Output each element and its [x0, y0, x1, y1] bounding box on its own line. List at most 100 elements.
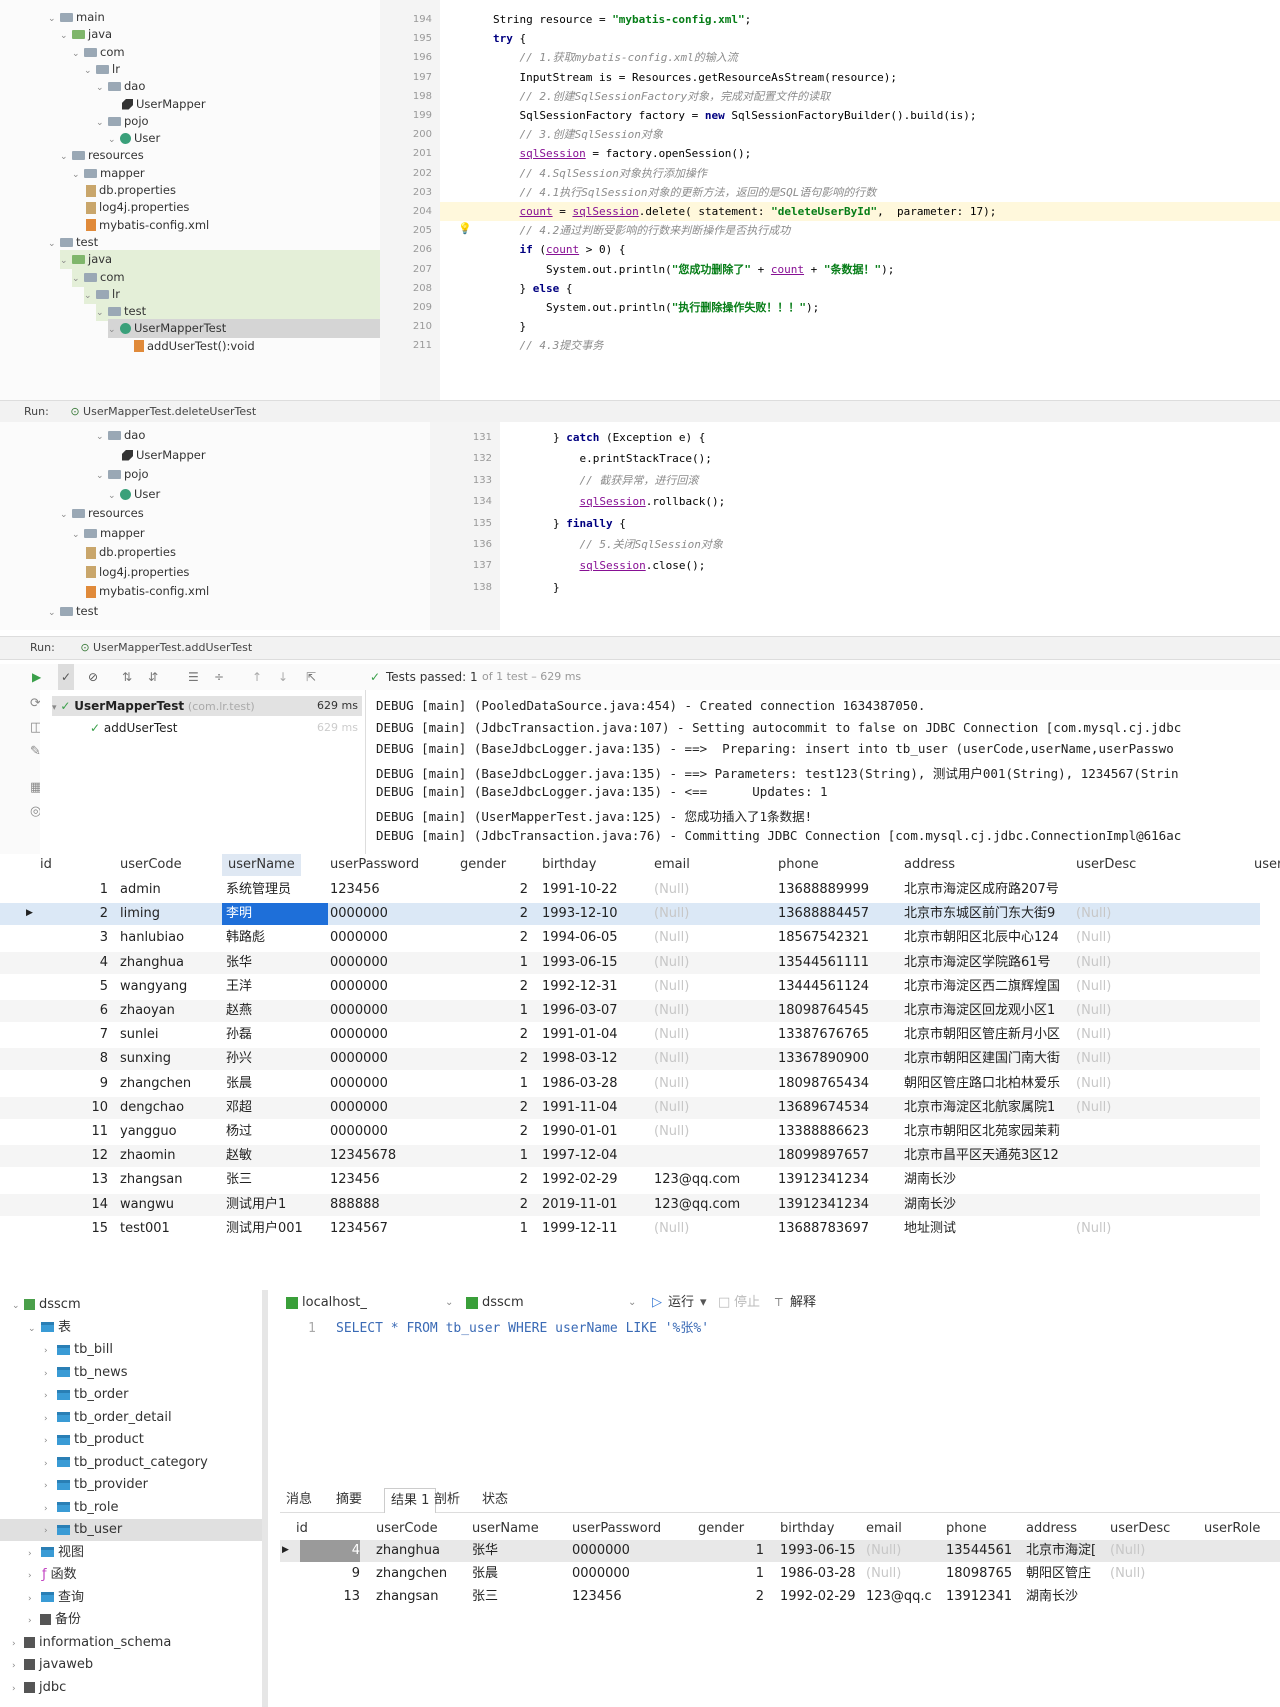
table-cell[interactable]: 13444561124 [778, 976, 898, 998]
result-column-header[interactable]: phone [946, 1518, 987, 1540]
table-cell[interactable]: 1997-12-04 [542, 1145, 648, 1167]
table-cell[interactable]: 孙磊 [226, 1024, 324, 1046]
result-tab[interactable]: 结果 1 [384, 1488, 437, 1513]
code-line[interactable]: e.printStackTrace(); [500, 449, 711, 468]
grid-column-header[interactable]: address [904, 854, 955, 876]
tree-item[interactable]: ⌄ com [72, 267, 380, 287]
tree-item[interactable]: ⌄ java [60, 25, 380, 44]
stop-square-icon[interactable]: □ [718, 1290, 730, 1316]
table-cell[interactable]: 1 [468, 1145, 528, 1167]
table-cell[interactable]: 13688884457 [778, 903, 898, 925]
table-cell[interactable] [654, 1145, 772, 1167]
tree-item[interactable]: ⌄ User [108, 485, 430, 504]
nav-item[interactable]: › tb_product [44, 1429, 262, 1451]
expand-arrow-icon[interactable]: › [12, 1678, 22, 1700]
code-line[interactable]: count = sqlSession.delete( statement: "d… [440, 202, 1280, 221]
result-cell[interactable]: (Null) [866, 1563, 940, 1585]
table-cell[interactable]: 18567542321 [778, 927, 898, 949]
code-line[interactable]: // 4.SqlSession对象执行添加操作 [440, 164, 706, 183]
nav-item[interactable]: ⌄ dsscm [12, 1294, 262, 1316]
table-cell[interactable] [1076, 1145, 1248, 1167]
tree-item[interactable]: db.properties [84, 543, 430, 562]
code-line[interactable]: try { [440, 29, 526, 48]
result-cell[interactable]: 湖南长沙 [1026, 1586, 1104, 1608]
tree-item[interactable]: ⌄ UserMapperTest [108, 319, 380, 339]
table-row[interactable]: 7 sunlei 孙磊 0000000 2 1991-01-04 (Null) 1338767… [0, 1024, 1260, 1046]
tree-item[interactable]: addUserTest():void [132, 337, 380, 356]
tree-item[interactable]: UserMapper [120, 95, 380, 114]
expand-arrow-icon[interactable]: ⌄ [48, 235, 58, 254]
table-cell[interactable]: (Null) [1076, 1097, 1248, 1119]
table-cell[interactable]: 2 [468, 1121, 528, 1143]
table-cell[interactable]: (Null) [1076, 1073, 1248, 1095]
table-cell[interactable]: 张晨 [226, 1073, 324, 1095]
table-cell[interactable]: 13367890900 [778, 1048, 898, 1070]
expand-arrow-icon[interactable]: ⌄ [72, 526, 82, 545]
result-cell[interactable]: 123@qq.c [866, 1586, 940, 1608]
result-column-header[interactable]: userCode [376, 1518, 438, 1540]
code-line[interactable]: } [440, 317, 526, 336]
expand-arrow-icon[interactable]: ⌄ [84, 62, 94, 81]
run-button[interactable]: 运行 [668, 1290, 694, 1316]
result-row[interactable]: 9 zhangchen 张晨 0000000 1 1986-03-28 (Null) 1809… [280, 1563, 1280, 1585]
table-cell[interactable]: 1 [468, 1073, 528, 1095]
database-select[interactable]: dsscm [482, 1290, 524, 1316]
table-cell[interactable]: 0000000 [330, 976, 454, 998]
connection-dropdown-icon[interactable]: ⌄ [445, 1290, 453, 1316]
code-line[interactable]: // 截获异常，进行回滚 [500, 471, 698, 490]
table-cell[interactable]: (Null) [654, 927, 772, 949]
code-line[interactable]: if (count > 0) { [440, 240, 625, 259]
table-cell[interactable]: 2019-11-01 [542, 1194, 648, 1216]
table-cell[interactable]: 1 [468, 1218, 528, 1240]
result-column-header[interactable]: gender [698, 1518, 744, 1540]
result-cell[interactable]: (Null) [866, 1540, 940, 1562]
result-cell[interactable]: 9 [300, 1563, 360, 1585]
table-cell[interactable]: 7 [60, 1024, 108, 1046]
table-cell[interactable]: 8 [60, 1048, 108, 1070]
tree-item[interactable]: ⌄ mapper [72, 524, 430, 543]
tree-item[interactable]: ⌄ lr [84, 60, 380, 79]
table-cell[interactable]: 北京市海淀区回龙观小区1 [904, 1000, 1070, 1022]
table-cell[interactable]: (Null) [1076, 1048, 1248, 1070]
expand-arrow-icon[interactable]: › [28, 1588, 38, 1610]
table-cell[interactable] [1076, 1169, 1248, 1191]
table-cell[interactable]: 韩路彪 [226, 927, 324, 949]
table-row[interactable]: 13 zhangsan 张三 123456 2 1992-02-29 123@qq.com 1… [0, 1169, 1260, 1191]
result-cell[interactable]: 1992-02-29 [780, 1586, 860, 1608]
table-cell[interactable]: zhaoyan [120, 1000, 220, 1022]
expand-arrow-icon[interactable]: › [44, 1363, 54, 1385]
code-line[interactable]: InputStream is = Resources.getResourceAs… [440, 68, 897, 87]
expand-arrow-icon[interactable]: ⌄ [60, 148, 70, 167]
code-editor-mid[interactable]: } catch (Exception e) { e.printStackTrac… [500, 422, 1280, 630]
tree-item[interactable]: log4j.properties [84, 563, 430, 582]
tree-item[interactable]: ⌄ com [72, 43, 380, 62]
expand-arrow-icon[interactable]: ⌄ [84, 287, 94, 306]
result-cell[interactable]: 0000000 [572, 1563, 692, 1585]
table-cell[interactable]: 赵敏 [226, 1145, 324, 1167]
table-cell[interactable]: (Null) [1076, 976, 1248, 998]
table-cell[interactable]: 北京市昌平区天通苑3区12 [904, 1145, 1070, 1167]
result-tab[interactable]: 状态 [482, 1488, 508, 1512]
expand-arrow-icon[interactable]: ⌄ [48, 604, 58, 623]
table-cell[interactable]: 11 [60, 1121, 108, 1143]
tree-item[interactable]: ⌄ main [48, 8, 380, 27]
table-cell[interactable]: (Null) [654, 976, 772, 998]
expand-arrow-icon[interactable]: › [12, 1655, 22, 1677]
result-cell[interactable]: 4 [300, 1540, 360, 1562]
database-dropdown-icon[interactable]: ⌄ [628, 1290, 636, 1316]
expand-all-icon[interactable]: ☰ [188, 664, 199, 690]
table-cell[interactable]: 1999-12-11 [542, 1218, 648, 1240]
nav-item[interactable]: ⌄ 表 [28, 1317, 262, 1339]
table-cell[interactable]: 赵燕 [226, 1000, 324, 1022]
nav-item[interactable]: › 查询 [28, 1587, 262, 1609]
result-cell[interactable]: 13544561 [946, 1540, 1020, 1562]
tree-item[interactable]: ⌄ mapper [72, 164, 380, 183]
expand-arrow-icon[interactable]: ⌄ [48, 10, 58, 29]
table-cell[interactable]: 0000000 [330, 1073, 454, 1095]
table-cell[interactable]: (Null) [654, 1000, 772, 1022]
nav-item[interactable]: › tb_user [0, 1519, 262, 1541]
table-cell[interactable]: 0000000 [330, 903, 454, 925]
expand-arrow-icon[interactable]: ⌄ [96, 79, 106, 98]
result-cell[interactable]: zhangchen [376, 1563, 466, 1585]
table-cell[interactable]: 3 [60, 927, 108, 949]
